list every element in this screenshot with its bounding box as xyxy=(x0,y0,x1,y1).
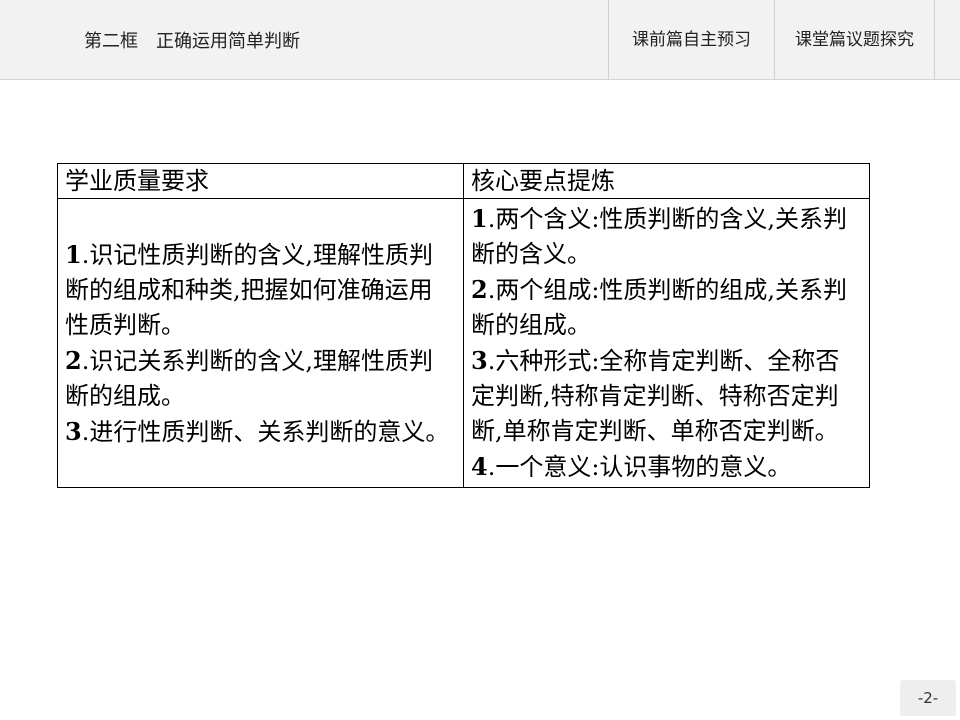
tab-preview[interactable]: 课前篇自主预习 xyxy=(608,0,774,80)
header-key-points: 核心要点提炼 xyxy=(463,163,870,199)
page-number: -2- xyxy=(900,680,956,716)
requirement-item: 2.识记关系判断的含义,理解性质判断的组成。 xyxy=(65,343,455,414)
item-number: 2 xyxy=(471,275,488,304)
item-text: .识记关系判断的含义,理解性质判断的组成。 xyxy=(65,346,433,410)
item-number: 4 xyxy=(471,452,488,481)
key-point-item: 3.六种形式:全称肯定判断、全称否定判断,特称肯定判断、特称否定判断,单称肯定判… xyxy=(471,343,861,449)
item-text: .识记性质判断的含义,理解性质判断的组成和种类,把握如何准确运用性质判断。 xyxy=(65,240,433,339)
header-quality-requirements: 学业质量要求 xyxy=(57,163,464,199)
item-number: 2 xyxy=(65,345,82,375)
lesson-title: 第二框 正确运用简单判断 xyxy=(84,31,300,52)
item-text: .进行性质判断、关系判断的意义。 xyxy=(81,417,450,446)
tab-explore[interactable]: 课堂篇议题探究 xyxy=(774,0,934,80)
quality-requirements-cell: 1.识记性质判断的含义,理解性质判断的组成和种类,把握如何准确运用性质判断。 2… xyxy=(57,198,464,488)
item-text: .六种形式:全称肯定判断、全称否定判断,特称肯定判断、特称否定判断,单称肯定判断… xyxy=(471,347,840,445)
item-text: .两个组成:性质判断的组成,关系判断的组成。 xyxy=(471,276,848,339)
item-number: 3 xyxy=(65,416,82,446)
requirement-item: 1.识记性质判断的含义,理解性质判断的组成和种类,把握如何准确运用性质判断。 xyxy=(65,237,455,343)
quality-table: 学业质量要求 核心要点提炼 1.识记性质判断的含义,理解性质判断的组成和种类,把… xyxy=(57,163,870,488)
table-header-row: 学业质量要求 核心要点提炼 xyxy=(57,163,870,199)
table-row: 1.识记性质判断的含义,理解性质判断的组成和种类,把握如何准确运用性质判断。 2… xyxy=(57,198,870,488)
requirement-item: 3.进行性质判断、关系判断的意义。 xyxy=(65,414,455,450)
key-point-item: 4.一个意义:认识事物的意义。 xyxy=(471,449,861,485)
item-number: 1 xyxy=(65,239,82,269)
key-points-cell: 1.两个含义:性质判断的含义,关系判断的含义。 2.两个组成:性质判断的组成,关… xyxy=(463,198,870,488)
header-bar: 第二框 正确运用简单判断 课前篇自主预习 课堂篇议题探究 xyxy=(0,0,960,80)
item-number: 3 xyxy=(471,346,488,375)
header-divider xyxy=(934,0,960,80)
item-text: .两个含义:性质判断的含义,关系判断的含义。 xyxy=(471,205,848,268)
item-text: .一个意义:认识事物的意义。 xyxy=(487,453,792,481)
key-point-item: 1.两个含义:性质判断的含义,关系判断的含义。 xyxy=(471,201,861,272)
item-number: 1 xyxy=(471,204,488,233)
key-point-item: 2.两个组成:性质判断的组成,关系判断的组成。 xyxy=(471,272,861,343)
